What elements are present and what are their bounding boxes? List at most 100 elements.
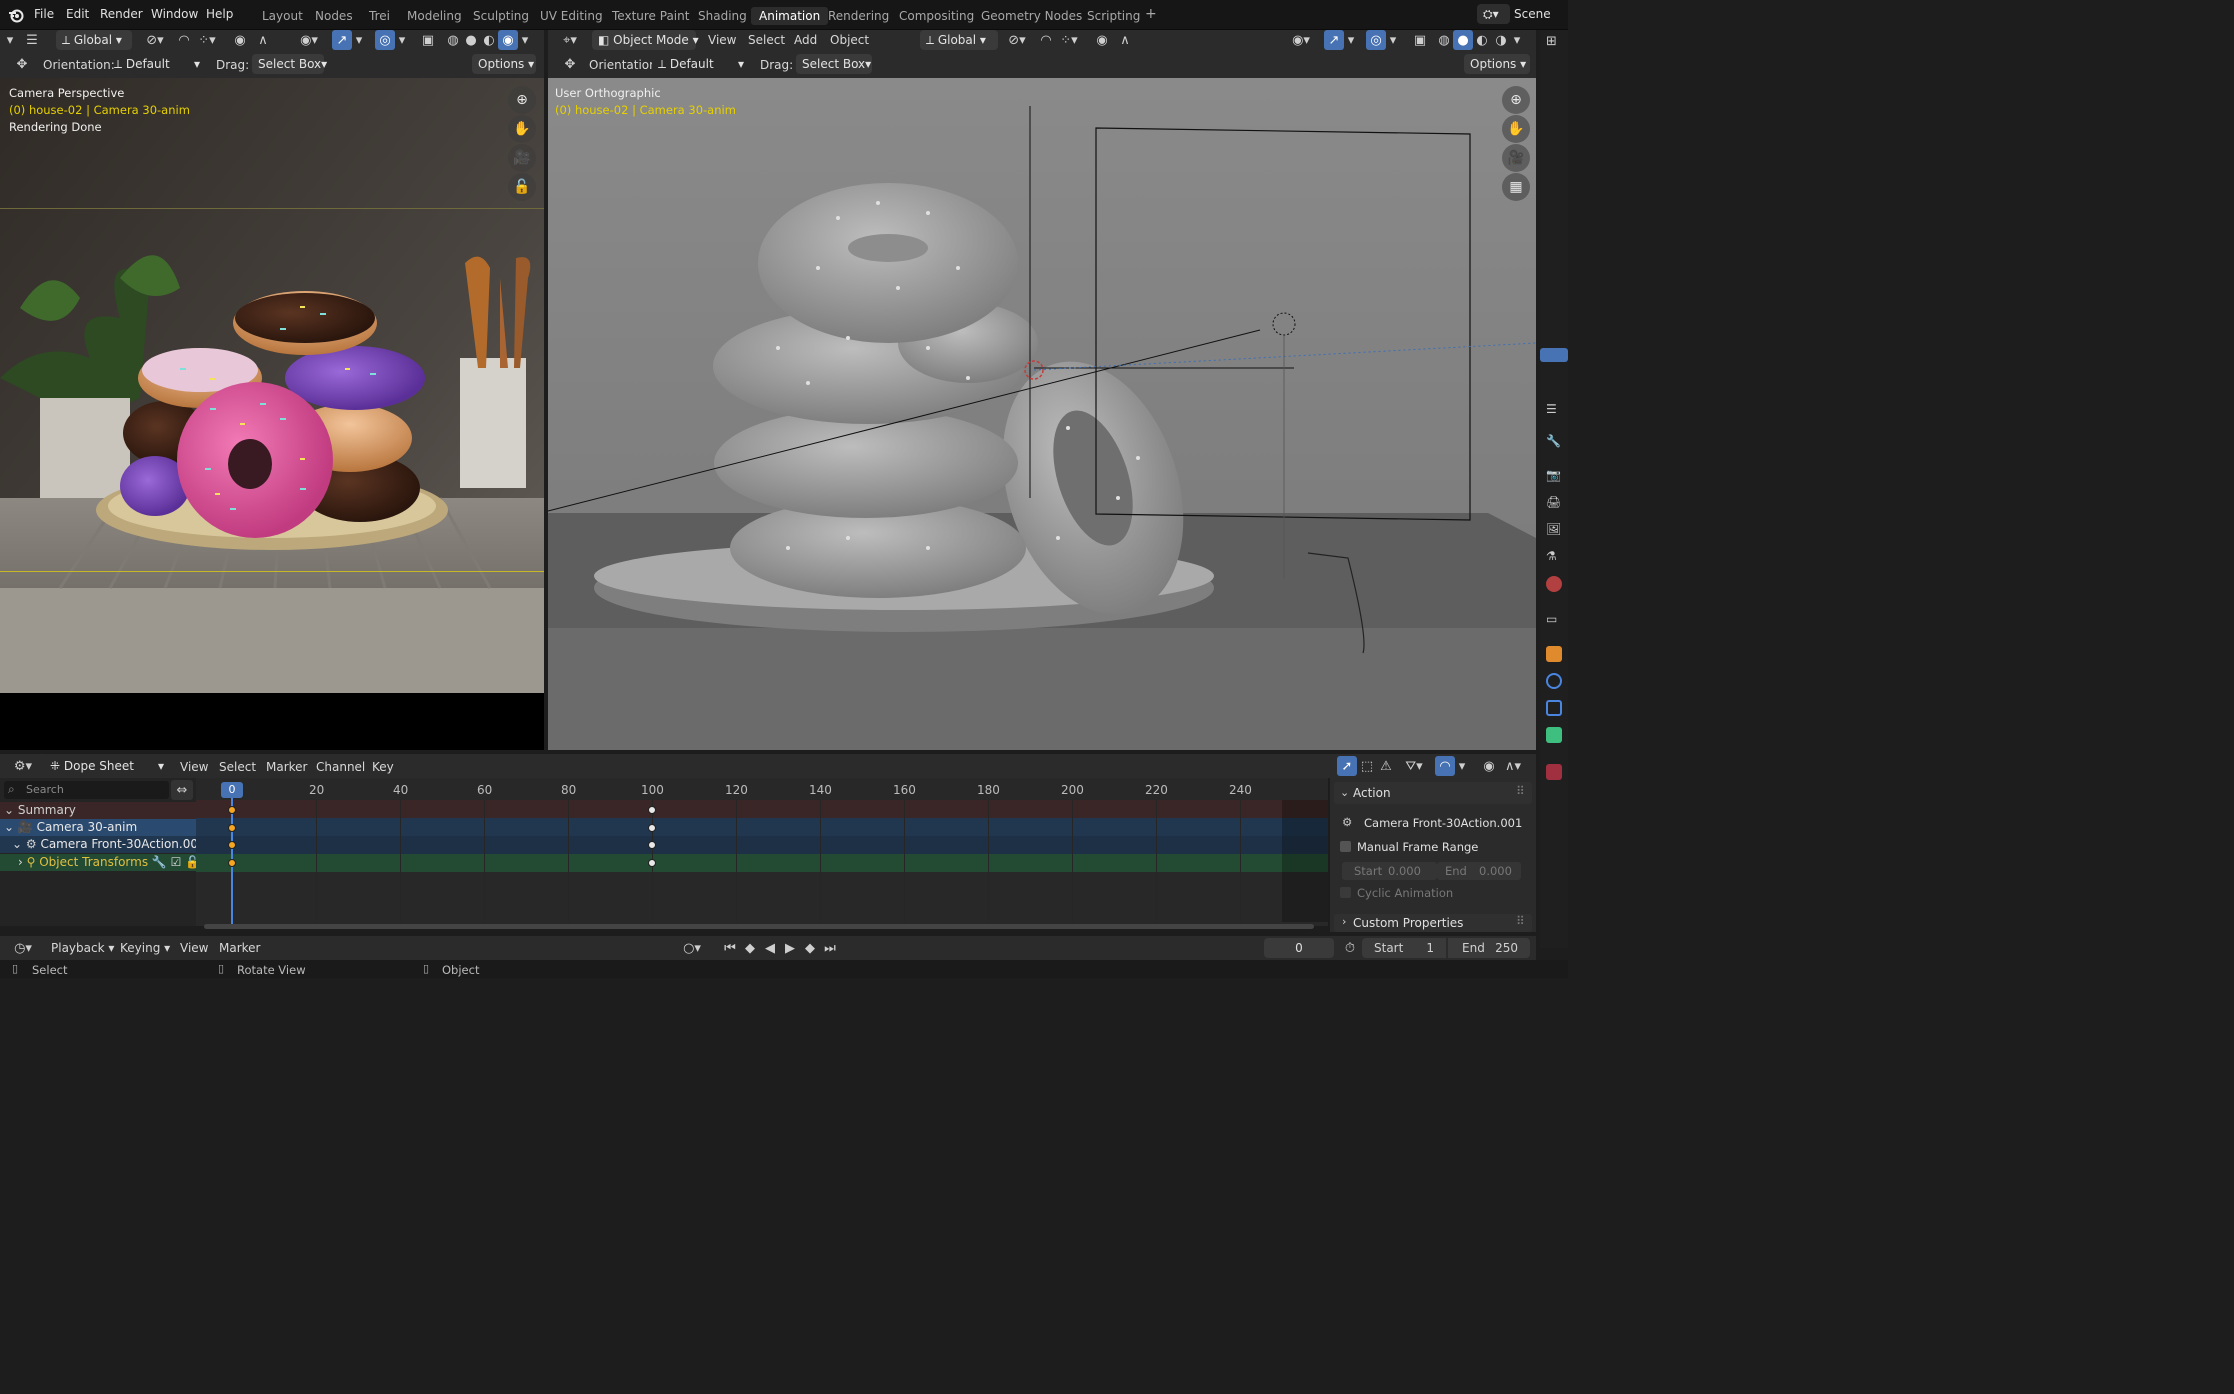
tab-layout[interactable]: Layout [262,9,303,23]
action-end-field[interactable]: End 0.000 [1437,862,1521,880]
menu-help[interactable]: Help [206,7,233,21]
camera-view-icon[interactable]: 🎥 [508,144,536,172]
zoom-icon[interactable]: ⊕ [1502,86,1530,114]
menu-view[interactable]: View [180,941,208,955]
options-dropdown[interactable]: Options ▾ [472,54,536,74]
checkbox-icon[interactable]: ☑ [167,855,182,869]
output-properties-icon[interactable]: 🖨 [1546,495,1562,511]
shading-rendered-icon[interactable]: ◉ [498,30,518,50]
menu-view[interactable]: View [708,33,736,47]
object-data-camera-icon[interactable] [1546,727,1562,743]
shading-material-icon[interactable]: ◐ [1472,30,1492,50]
pan-hand-icon[interactable]: ✋ [1502,115,1530,143]
falloff-icon[interactable]: ∧▾ [1499,756,1527,776]
snap-icon[interactable]: ◠ [1435,756,1455,776]
right-viewport-3d[interactable]: User Orthographic (0) house-02 | Camera … [548,78,1536,750]
pivot-point-icon[interactable]: ⊘▾ [1004,30,1030,50]
next-keyframe-icon[interactable]: ◆ [800,938,820,958]
falloff-icon[interactable]: ∧ [250,30,276,50]
swap-icon[interactable]: ⇔ [171,780,193,800]
snap-toggle-icon[interactable]: ◠ [174,30,194,50]
tab-shading[interactable]: Shading [698,9,747,23]
search-input[interactable]: ⌕ Search [4,781,169,799]
scene-name[interactable]: Scene [1514,7,1551,21]
tab-uv-editing[interactable]: UV Editing [540,9,603,23]
pan-hand-icon[interactable]: ✋ [508,115,536,143]
options-dropdown[interactable]: Options ▾ [1464,54,1530,74]
keyframe[interactable] [228,824,236,832]
menu-view[interactable]: View [180,760,208,774]
current-frame-field[interactable]: 0 [1264,938,1334,958]
camera-view-icon[interactable]: 🎥 [1502,144,1530,172]
falloff-icon[interactable]: ∧ [1112,30,1138,50]
orientation-dropdown[interactable]: ⟂ Default ▾ [108,54,204,74]
modifier-properties-icon[interactable] [1546,673,1562,689]
texture-properties-icon[interactable] [1546,764,1562,780]
mode-dropdown[interactable]: ◧ Object Mode ▾ [592,30,699,50]
prev-keyframe-icon[interactable]: ◆ [740,938,760,958]
keyframe[interactable] [648,859,656,867]
playhead-frame-badge[interactable]: 0 [221,782,243,798]
proportional-edit-icon[interactable]: ◉ [1092,30,1112,50]
action-panel-header[interactable]: ⌄ Action ⠿ [1334,782,1532,804]
move-tool-icon[interactable]: ✥ [12,54,32,74]
overlay-toggle-icon[interactable]: ◎ [375,30,395,50]
dopesheet-mode-dropdown[interactable]: ⁜ Dope Sheet ▾ [44,756,168,776]
add-workspace-button[interactable]: + [1145,6,1157,22]
select-cursor-icon[interactable]: ➚ [1337,756,1357,776]
collection-properties-icon[interactable]: ▭ [1546,612,1562,628]
blender-logo-icon[interactable] [8,7,24,23]
drag-handle-icon[interactable]: ⠿ [1516,914,1525,928]
menu-channel[interactable]: Channel [316,760,365,774]
manual-frame-range-checkbox[interactable]: Manual Frame Range [1340,840,1478,854]
keyframe[interactable] [228,841,236,849]
channel-summary[interactable]: ⌄ Summary [0,802,196,819]
filter-icon[interactable]: ⛛▾ [1400,756,1428,776]
play-icon[interactable]: ▶ [780,938,800,958]
shading-dropdown-icon[interactable]: ▾ [1510,30,1524,50]
pivot-point-icon[interactable]: ⊘▾ [142,30,168,50]
drag-handle-icon[interactable]: ⠿ [1516,784,1525,798]
overlay-dropdown-icon[interactable]: ▾ [395,30,409,50]
keyframe[interactable] [648,806,656,814]
custom-properties-panel[interactable]: › Custom Properties ⠿ [1334,914,1532,932]
proportional-icon[interactable]: ◉ [1479,756,1499,776]
shading-wireframe-icon[interactable]: ◍ [1434,30,1454,50]
editor-type-icon[interactable]: ▾ [2,30,18,50]
menu-edit[interactable]: Edit [66,7,89,21]
shading-wireframe-icon[interactable]: ◍ [443,30,463,50]
lock-icon[interactable]: 🔓 [508,173,536,201]
scene-properties-icon[interactable]: ⚗ [1546,549,1562,565]
snap-target-icon[interactable]: ⁘▾ [194,30,220,50]
menu-marker[interactable]: Marker [219,941,260,955]
menu-render[interactable]: Render [100,7,143,21]
menu-key[interactable]: Key [372,760,394,774]
keyframe[interactable] [648,824,656,832]
gizmo-toggle-icon[interactable]: ↗ [332,30,352,50]
keyframe[interactable] [648,841,656,849]
channel-group[interactable]: › ⚲ Object Transforms 🔧 ☑ 🔓 [0,854,200,871]
horizontal-scrollbar[interactable] [204,924,1314,929]
proportional-edit-icon[interactable]: ◉ [230,30,250,50]
cyclic-animation-checkbox[interactable]: Cyclic Animation [1340,886,1453,900]
transform-orientation-dropdown[interactable]: ⟂ Global ▾ [920,30,998,50]
shading-rendered-icon[interactable]: ◑ [1491,30,1511,50]
hamburger-menu-icon[interactable]: ☰ [22,30,42,50]
transform-orientation-dropdown[interactable]: ⟂ Global ▾ [56,30,132,50]
outliner-toggle-icon[interactable]: ⊞ [1546,34,1562,50]
object-properties-icon[interactable] [1546,646,1562,662]
timeline-editor-icon[interactable]: ◷▾ [8,938,38,958]
keyframe[interactable] [228,859,236,867]
action-name[interactable]: Camera Front-30Action.001 [1364,816,1522,830]
tab-sculpting[interactable]: Sculpting [473,9,529,23]
channel-object[interactable]: ⌄ 🎥 Camera 30-anim [0,819,196,836]
drag-dropdown[interactable]: Select Box▾ [796,54,872,74]
gizmo-toggle-icon[interactable]: ↗ [1324,30,1344,50]
render-properties-icon[interactable]: 📷 [1546,468,1562,484]
tool-settings-icon[interactable]: ☰ [1546,402,1562,418]
tool-icon[interactable]: 🔧 [1546,434,1562,450]
tab-modeling[interactable]: Modeling [407,9,462,23]
zoom-icon[interactable]: ⊕ [508,86,536,114]
stopwatch-icon[interactable]: ⏱ [1340,938,1360,958]
menu-marker[interactable]: Marker [266,760,307,774]
